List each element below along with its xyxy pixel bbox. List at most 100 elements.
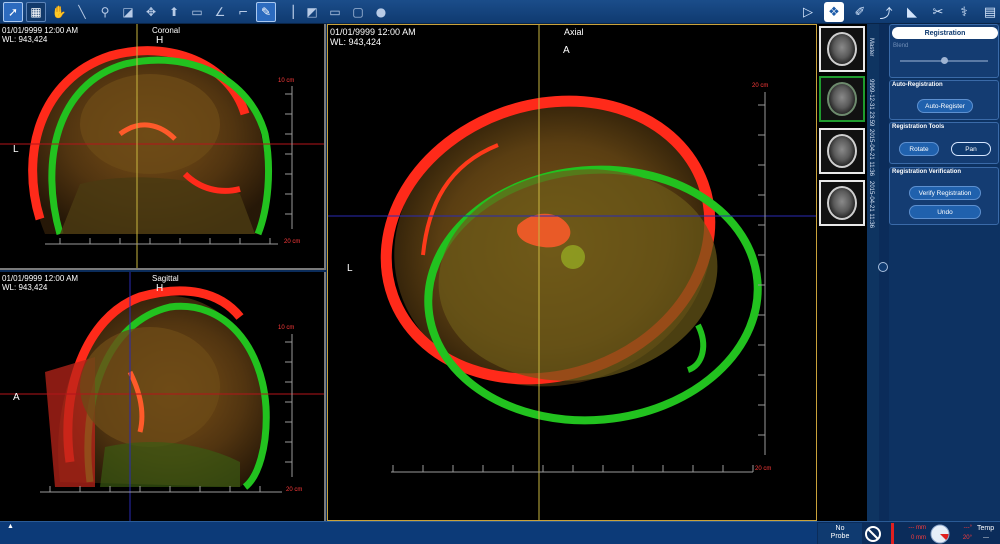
- pointer-icon[interactable]: ➚: [3, 1, 23, 22]
- trajectory-icon[interactable]: ⤴: [876, 2, 896, 22]
- auto-register-button[interactable]: Auto-Register: [917, 99, 973, 113]
- scale-label-vertical: 10 cm: [278, 325, 295, 331]
- viewport-info: 01/01/9999 12:00 AM WL: 943,424: [2, 274, 78, 292]
- wl-text: WL: 943,424: [2, 283, 48, 292]
- brush-icon[interactable]: ╲: [72, 2, 92, 22]
- series-labels: Master 9999-12-31 23:59 2015-04-21 11:36…: [867, 24, 879, 521]
- series-label: 9999-12-31 23:59: [868, 79, 874, 127]
- probe-line2: Probe: [830, 533, 850, 540]
- blend-slider-knob[interactable]: [940, 57, 948, 64]
- depth-bottom: 0 mm: [911, 535, 926, 541]
- viewport-title: Axial: [564, 27, 584, 37]
- hand-icon[interactable]: ✋: [49, 2, 69, 22]
- orientation-left: A: [13, 392, 20, 403]
- series-label: 2015-04-21 11:36: [868, 181, 874, 228]
- angle-icon[interactable]: ∠: [210, 2, 230, 22]
- series-scrollbar[interactable]: [879, 24, 889, 521]
- registration-tools-group: Registration Tools Rotate Pan: [889, 122, 999, 164]
- orientation-top: A: [563, 45, 570, 56]
- status-area: ▲: [0, 522, 817, 544]
- eraser-icon[interactable]: ◩: [302, 2, 322, 22]
- line-icon[interactable]: ▕: [279, 2, 299, 22]
- temp-value: ---: [983, 535, 989, 541]
- blend-label: Blend: [893, 43, 909, 49]
- undo-button[interactable]: Undo: [909, 205, 981, 219]
- registration-verification-group: Registration Verification Verify Registr…: [889, 167, 999, 225]
- orientation-top: H: [156, 283, 164, 294]
- pointer-probe-icon[interactable]: ⚕: [954, 2, 974, 22]
- thumbnail-series-3[interactable]: [819, 180, 865, 226]
- sagittal-viewport[interactable]: 01/01/9999 12:00 AM WL: 943,424 Sagittal…: [0, 272, 326, 521]
- wl-text: WL: 943,424: [2, 35, 48, 44]
- registration-panel: Registration Blend Auto-Registration Aut…: [889, 24, 1000, 521]
- group-title: Registration Verification: [892, 169, 962, 175]
- sagittal-image: [0, 272, 324, 521]
- series-thumbnails: [817, 24, 867, 521]
- rectangle-icon[interactable]: ▭: [325, 2, 345, 22]
- brain-thumbnail-icon: [827, 186, 857, 220]
- coronal-image: [0, 24, 324, 268]
- registration-icon[interactable]: ❖: [824, 2, 844, 22]
- series-label: 2015-04-21 11:36: [868, 129, 874, 176]
- scroll-knob[interactable]: [878, 262, 888, 272]
- report-icon[interactable]: ▤: [980, 2, 1000, 22]
- brain-thumbnail-icon: [827, 82, 857, 116]
- status-bar: ▲ No Probe --- mm 0 mm ---° 20° Temp ---: [0, 521, 1000, 544]
- axial-viewport[interactable]: 01/01/9999 12:00 AM WL: 943,424 Axial A …: [327, 24, 817, 521]
- brain-thumbnail-icon: [827, 134, 857, 168]
- select-icon[interactable]: ▦: [26, 1, 46, 22]
- pan-button[interactable]: Pan: [951, 142, 991, 156]
- play-icon[interactable]: ▷: [798, 2, 818, 22]
- thumbnail-master[interactable]: [819, 26, 865, 72]
- coronal-viewport[interactable]: 01/01/9999 12:00 AM WL: 943,424 Coronal …: [0, 24, 326, 270]
- triangle-up-icon[interactable]: ▲: [7, 523, 14, 530]
- angle-gauge-icon: [929, 523, 951, 544]
- circle-icon[interactable]: ●: [371, 2, 391, 22]
- group-title: Auto-Registration: [892, 82, 943, 88]
- toolbar-right: ▷ ❖ ✐ ⤴ ◣ ✂ ⚕ ▤: [792, 0, 1000, 24]
- plan-icon[interactable]: ◣: [902, 2, 922, 22]
- angle-bottom: 20°: [962, 535, 972, 541]
- verify-registration-button[interactable]: Verify Registration: [909, 186, 981, 200]
- auto-registration-group: Auto-Registration Auto-Register: [889, 80, 999, 120]
- thumbnail-series-1[interactable]: [819, 76, 865, 122]
- angle-readout: ---° 20°: [952, 523, 974, 544]
- up-arrow-icon[interactable]: ⬆: [164, 2, 184, 22]
- panel-header: Registration: [892, 27, 998, 39]
- viewport-title: Sagittal: [152, 274, 179, 283]
- group-title: Registration Tools: [892, 124, 945, 130]
- date-text: 01/01/9999 12:00 AM: [330, 27, 416, 37]
- magnify-icon[interactable]: ⚲: [95, 2, 115, 22]
- series-label: Master: [868, 38, 874, 57]
- angle-top: ---°: [963, 525, 972, 531]
- pen-icon[interactable]: ✎: [256, 1, 276, 22]
- window-level-icon[interactable]: ◪: [118, 2, 138, 22]
- ruler-icon[interactable]: ▭: [187, 2, 207, 22]
- viewport-info: 01/01/9999 12:00 AM WL: 943,424: [330, 27, 416, 47]
- orientation-left: L: [347, 263, 353, 274]
- temp-label: Temp: [977, 525, 995, 532]
- orientation-left: L: [13, 144, 19, 155]
- tools-icon[interactable]: ✂: [928, 2, 948, 22]
- scale-label-vertical: 20 cm: [752, 83, 769, 89]
- thumbnail-series-2[interactable]: [819, 128, 865, 174]
- scale-label-horizontal: 20 cm: [755, 466, 772, 472]
- probe-line1: No: [835, 525, 845, 532]
- depth-top: --- mm: [908, 525, 926, 531]
- probe-status: No Probe: [818, 523, 862, 544]
- rotate-button[interactable]: Rotate: [899, 142, 939, 156]
- orientation-top: H: [156, 35, 164, 46]
- move-icon[interactable]: ✥: [141, 2, 161, 22]
- scale-label-vertical: 10 cm: [278, 78, 295, 84]
- temperature-readout: Temp ---: [975, 523, 1000, 544]
- crop-icon[interactable]: ⌐: [233, 2, 253, 22]
- toolbar: ➚ ▦ ✋ ╲ ⚲ ◪ ✥ ⬆ ▭ ∠ ⌐ ✎ ▕ ◩ ▭ ▢ ● ▷ ❖ ✐ …: [0, 0, 1000, 24]
- date-text: 01/01/9999 12:00 AM: [2, 274, 79, 283]
- no-probe-icon: [862, 523, 884, 544]
- annotate-icon[interactable]: ✐: [850, 2, 870, 22]
- brain-thumbnail-icon: [827, 32, 857, 66]
- scale-label-horizontal: 20 cm: [284, 239, 301, 245]
- depth-readout: --- mm 0 mm: [894, 523, 928, 544]
- viewport-title: Coronal: [152, 26, 181, 35]
- ellipse-icon[interactable]: ▢: [348, 2, 368, 22]
